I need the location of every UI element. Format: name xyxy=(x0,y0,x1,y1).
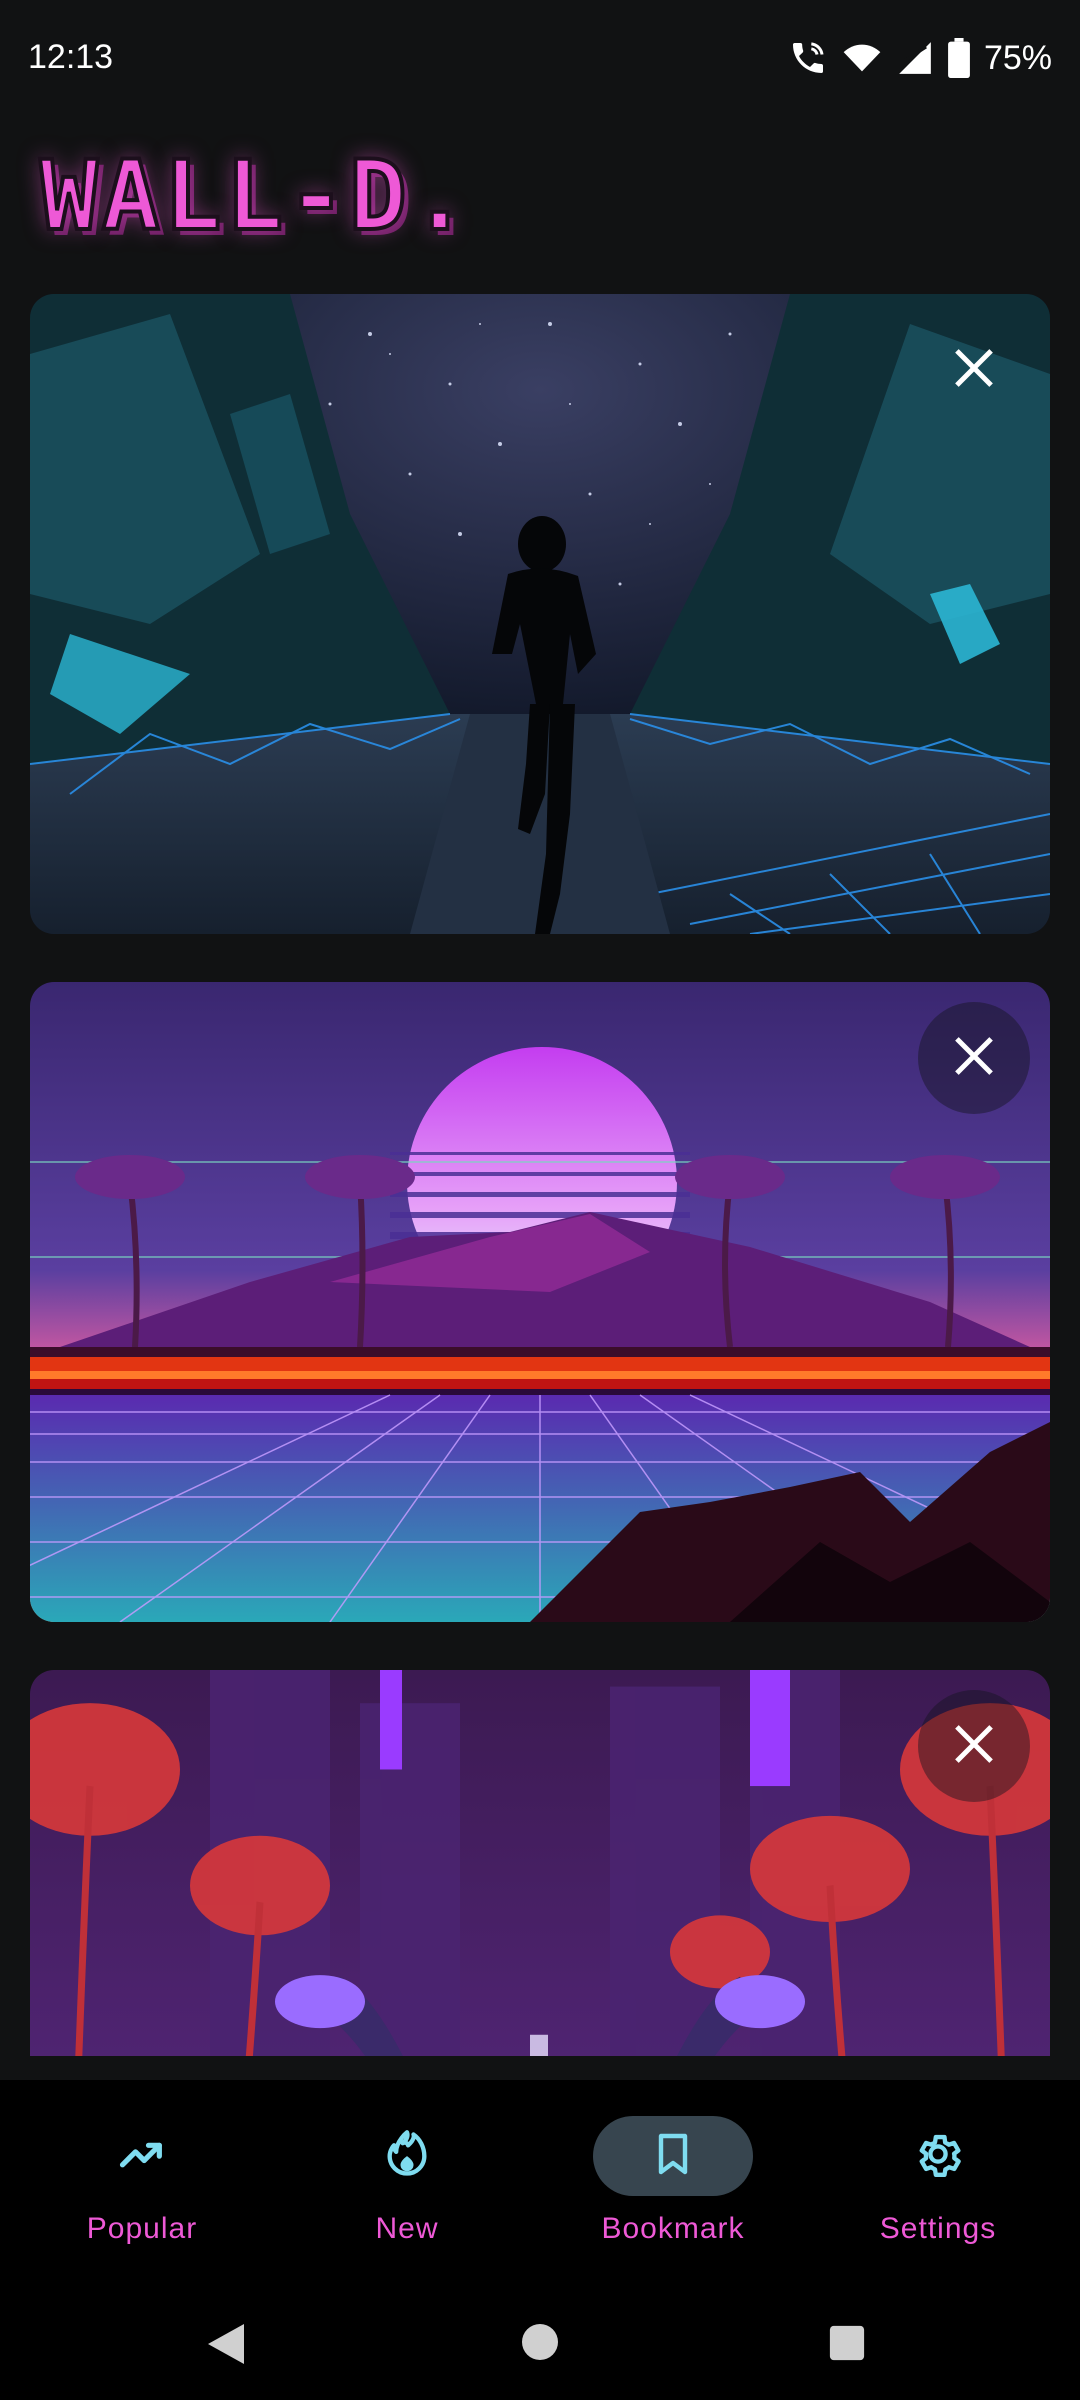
back-icon[interactable] xyxy=(204,2320,248,2373)
close-icon xyxy=(951,1033,997,1084)
status-time: 12:13 xyxy=(28,38,114,76)
nav-item-popular[interactable]: Popular xyxy=(42,2116,242,2256)
app-logo: WALL-D. xyxy=(38,138,473,254)
close-icon xyxy=(951,345,997,396)
nav-label: Bookmark xyxy=(601,2212,745,2245)
home-icon[interactable] xyxy=(520,2322,560,2367)
wallpaper-card[interactable] xyxy=(30,1670,1050,2056)
close-icon xyxy=(951,1721,997,1772)
active-indicator xyxy=(593,2116,753,2196)
wallpaper-image[interactable] xyxy=(30,1670,1050,2056)
nav-item-new[interactable]: New xyxy=(307,2116,507,2256)
fire-icon xyxy=(381,2128,433,2185)
wifi-calling-icon xyxy=(788,38,828,78)
bottom-navigation: Popular New Bookmark Settings xyxy=(0,2080,1080,2290)
nav-label: Settings xyxy=(879,2212,997,2245)
recents-icon[interactable] xyxy=(828,2324,866,2367)
cellular-signal-icon xyxy=(896,39,934,77)
remove-bookmark-button[interactable] xyxy=(918,1002,1030,1114)
battery-icon xyxy=(948,38,970,78)
remove-bookmark-button[interactable] xyxy=(918,1690,1030,1802)
nav-label: Popular xyxy=(86,2212,198,2245)
wallpaper-image[interactable] xyxy=(30,294,1050,934)
remove-bookmark-button[interactable] xyxy=(918,314,1030,426)
status-icons: 75% xyxy=(788,36,1052,80)
nav-label: New xyxy=(375,2212,439,2245)
nav-item-bookmark[interactable]: Bookmark xyxy=(573,2116,773,2256)
nav-item-settings[interactable]: Settings xyxy=(838,2116,1038,2256)
wifi-icon xyxy=(842,38,882,78)
wallpaper-image[interactable] xyxy=(30,982,1050,1622)
system-navigation-bar xyxy=(0,2290,1080,2400)
wallpaper-card[interactable] xyxy=(30,294,1050,934)
trending-icon xyxy=(116,2128,168,2185)
battery-percent: 75% xyxy=(983,38,1052,77)
wallpaper-card[interactable] xyxy=(30,982,1050,1622)
gear-icon xyxy=(912,2128,964,2185)
bookmark-icon xyxy=(649,2128,697,2185)
status-bar: 12:13 75% xyxy=(0,0,1080,120)
